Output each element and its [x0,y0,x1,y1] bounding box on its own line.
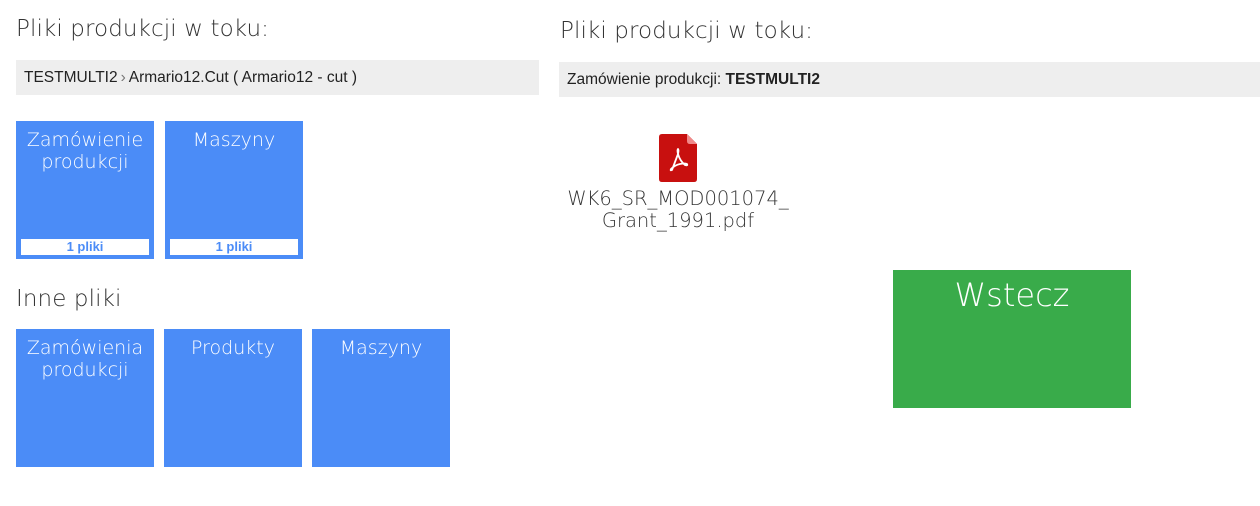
tile-products[interactable]: Produkty [164,329,302,467]
tile-count-badge: 1 pliki [170,239,298,255]
tile-production-orders[interactable]: Zamówienia produkcji [16,329,154,467]
tile-label: Zamówienia produkcji [26,337,144,381]
right-title: Pliki produkcji w toku: [560,18,813,44]
tile-production-order[interactable]: Zamówienie produkcji 1 pliki [16,121,154,259]
tile-count-badge: 1 pliki [21,239,149,255]
file-name-line2: Grant_1991.pdf [601,209,755,232]
breadcrumb-item-order[interactable]: TESTMULTI2 [24,69,118,86]
back-button-label: Wstecz [954,276,1070,314]
section-title-other-files: Inne pliki [16,286,122,312]
back-button[interactable]: Wstecz [893,270,1131,408]
file-name-line1: WK6_SR_MOD001074_ [567,187,789,210]
tile-machines[interactable]: Maszyny 1 pliki [165,121,303,259]
tile-label: Produkty [191,337,275,359]
breadcrumb-item-file: Armario12.Cut ( Armario12 - cut ) [128,69,358,86]
pdf-file-icon [659,134,697,182]
breadcrumb-separator: › [120,69,126,86]
tile-label: Zamówienie produkcji [26,129,144,173]
order-bar-label: Zamówienie produkcji: [567,71,722,88]
file-item[interactable]: WK6_SR_MOD001074_ Grant_1991.pdf [558,134,798,232]
tile-other-machines[interactable]: Maszyny [312,329,450,467]
breadcrumb: TESTMULTI2 › Armario12.Cut ( Armario12 - c… [16,60,539,95]
file-name: WK6_SR_MOD001074_ Grant_1991.pdf [558,188,798,232]
tile-label: Maszyny [192,129,276,151]
page-title: Pliki produkcji w toku: [16,16,269,42]
tile-label: Maszyny [339,337,423,359]
order-bar: Zamówienie produkcji: TESTMULTI2 [559,62,1260,97]
order-bar-value: TESTMULTI2 [725,71,820,88]
